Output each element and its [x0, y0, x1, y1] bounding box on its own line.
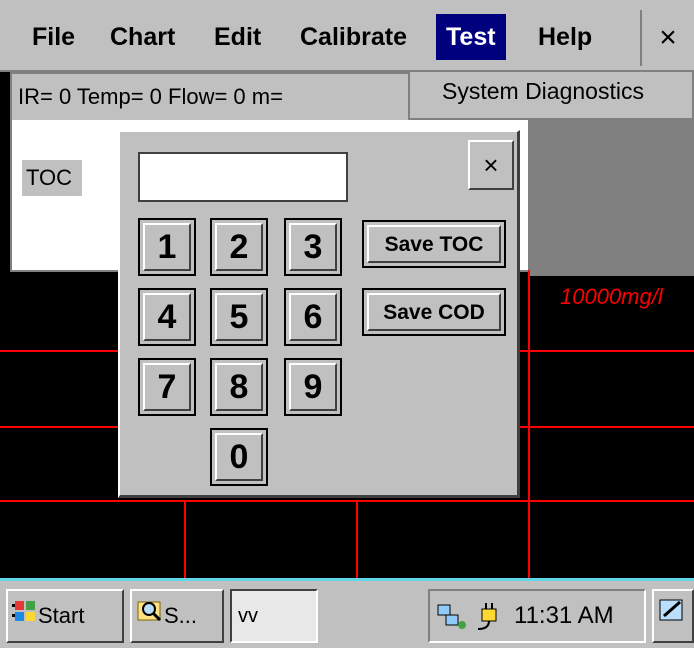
windows-logo-icon [12, 592, 38, 641]
toc-value-input[interactable] [138, 152, 348, 202]
key-label: 5 [215, 293, 263, 341]
key-2[interactable]: 2 [210, 218, 268, 276]
key-label: 6 [289, 293, 337, 341]
key-label: 0 [215, 433, 263, 481]
close-app-button[interactable]: × [640, 10, 694, 66]
key-8[interactable]: 8 [210, 358, 268, 416]
keypad-dialog: × 1 2 3 4 5 6 7 8 9 0 Save TOC Save COD [118, 130, 520, 498]
button-label: Save COD [367, 293, 501, 331]
key-label: 9 [289, 363, 337, 411]
menu-item-system-diagnostics[interactable]: System Diagnostics [442, 78, 644, 105]
desktop-button[interactable] [652, 589, 694, 643]
system-tray: 11:31 AM [428, 589, 646, 643]
start-button[interactable]: Start [6, 589, 124, 643]
clock[interactable]: 11:31 AM [514, 591, 614, 641]
test-dropdown-menu: System Diagnostics [408, 72, 694, 120]
taskbar-app-label: S... [164, 603, 198, 628]
key-label: 8 [215, 363, 263, 411]
network-icon[interactable] [436, 601, 470, 636]
menu-bar: File Chart Edit Calibrate Test Help × [0, 0, 694, 72]
save-cod-button[interactable]: Save COD [362, 288, 506, 336]
key-label: 4 [143, 293, 191, 341]
key-5[interactable]: 5 [210, 288, 268, 346]
toc-label: TOC [22, 160, 82, 196]
key-3[interactable]: 3 [284, 218, 342, 276]
taskbar: Start S... vv 11:31 AM [0, 578, 694, 648]
desktop-icon [658, 592, 686, 641]
gray-panel [530, 118, 694, 276]
readings-line: IR= 0 Temp= 0 Flow= 0 m= [12, 74, 416, 120]
menu-file[interactable]: File [24, 14, 83, 60]
key-label: 2 [215, 223, 263, 271]
button-label: Save TOC [367, 225, 501, 263]
search-folder-icon [136, 592, 164, 641]
grid-line [528, 270, 530, 578]
key-7[interactable]: 7 [138, 358, 196, 416]
chart-scale-label: 10000mg/l [560, 284, 663, 309]
grid-line [184, 500, 186, 578]
menu-calibrate[interactable]: Calibrate [292, 14, 415, 60]
taskbar-vv-label: vv [238, 605, 258, 627]
menu-help[interactable]: Help [530, 14, 600, 60]
key-label: 3 [289, 223, 337, 271]
grid-line [0, 500, 694, 502]
keypad-close-button[interactable]: × [468, 140, 514, 190]
key-9[interactable]: 9 [284, 358, 342, 416]
key-1[interactable]: 1 [138, 218, 196, 276]
taskbar-vv-button[interactable]: vv [230, 589, 318, 643]
grid-line [356, 500, 358, 578]
menu-chart[interactable]: Chart [102, 14, 183, 60]
menu-edit[interactable]: Edit [206, 14, 269, 60]
key-label: 7 [143, 363, 191, 411]
start-label: Start [38, 603, 85, 628]
taskbar-app-button[interactable]: S... [130, 589, 224, 643]
key-label: 1 [143, 223, 191, 271]
save-toc-button[interactable]: Save TOC [362, 220, 506, 268]
key-4[interactable]: 4 [138, 288, 196, 346]
key-0[interactable]: 0 [210, 428, 268, 486]
menu-test[interactable]: Test [436, 14, 506, 60]
key-6[interactable]: 6 [284, 288, 342, 346]
power-plug-icon[interactable] [474, 599, 506, 638]
